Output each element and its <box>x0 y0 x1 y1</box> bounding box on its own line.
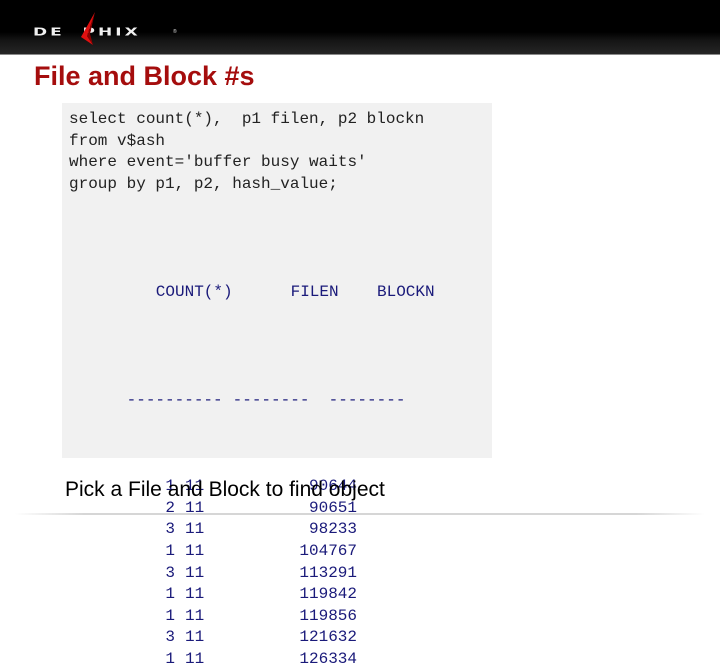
result-separator-row: ---------- -------- -------- <box>69 368 435 433</box>
count-cell: 3 <box>165 563 175 582</box>
blockn-cell: 113291 <box>299 563 357 582</box>
delphix-logo: DE PHIX ® <box>33 12 183 46</box>
blockn-cell: 104767 <box>299 541 357 560</box>
filen-cell: 11 <box>185 520 205 539</box>
count-cell: 1 <box>165 541 175 560</box>
query-line: from v$ash <box>69 131 166 150</box>
column-header-filen: FILEN <box>290 282 339 301</box>
delphix-blade-icon <box>81 12 95 45</box>
table-row: 3 11 98233 <box>69 519 435 541</box>
blockn-cell: 121632 <box>299 628 357 647</box>
filen-cell: 11 <box>185 563 205 582</box>
footer-divider <box>15 513 705 515</box>
blockn-cell: 98233 <box>308 520 357 539</box>
sql-code-box: select count(*), p1 filen, p2 blockn fro… <box>62 103 492 668</box>
column-header-blockn: BLOCKN <box>377 282 435 301</box>
filen-cell: 11 <box>185 541 205 560</box>
column-header-count: COUNT(*) <box>155 282 233 301</box>
blockn-cell: 119856 <box>299 606 357 625</box>
slide-caption: Pick a File and Block to find object <box>65 478 385 501</box>
filen-cell: 11 <box>185 649 205 668</box>
sql-query: select count(*), p1 filen, p2 blockn fro… <box>69 109 424 195</box>
table-row: 1 11 119842 <box>69 584 435 606</box>
blockn-cell: 126334 <box>299 649 357 668</box>
count-cell: 3 <box>165 520 175 539</box>
count-cell: 3 <box>165 628 175 647</box>
table-row: 3 11 113291 <box>69 563 435 585</box>
table-row: 1 11 104767 <box>69 541 435 563</box>
query-line: select count(*), p1 filen, p2 blockn <box>69 110 425 128</box>
registered-mark: ® <box>173 29 177 35</box>
filen-cell: 11 <box>185 628 205 647</box>
count-cell: 1 <box>165 649 175 668</box>
page-title: File and Block #s <box>34 61 255 91</box>
result-header-row: COUNT(*) FILEN BLOCKN <box>69 260 435 325</box>
query-result-table: COUNT(*) FILEN BLOCKN ---------- -------- --… <box>69 217 435 670</box>
table-row: 3 11 121632 <box>69 627 435 649</box>
header-bar: DE PHIX ® <box>0 0 720 55</box>
filen-cell: 11 <box>185 606 205 625</box>
blockn-cell: 119842 <box>299 585 357 604</box>
count-cell: 1 <box>165 585 175 604</box>
query-line: group by p1, p2, hash_value; <box>69 174 338 193</box>
separator: -------- <box>328 390 406 409</box>
count-cell: 1 <box>165 606 175 625</box>
query-line: where event='buffer busy waits' <box>69 153 367 172</box>
filen-cell: 11 <box>185 585 205 604</box>
separator: -------- <box>232 390 310 409</box>
separator: ---------- <box>126 390 223 409</box>
table-row: 1 11 126334 <box>69 649 435 670</box>
table-row: 1 11 119856 <box>69 606 435 628</box>
